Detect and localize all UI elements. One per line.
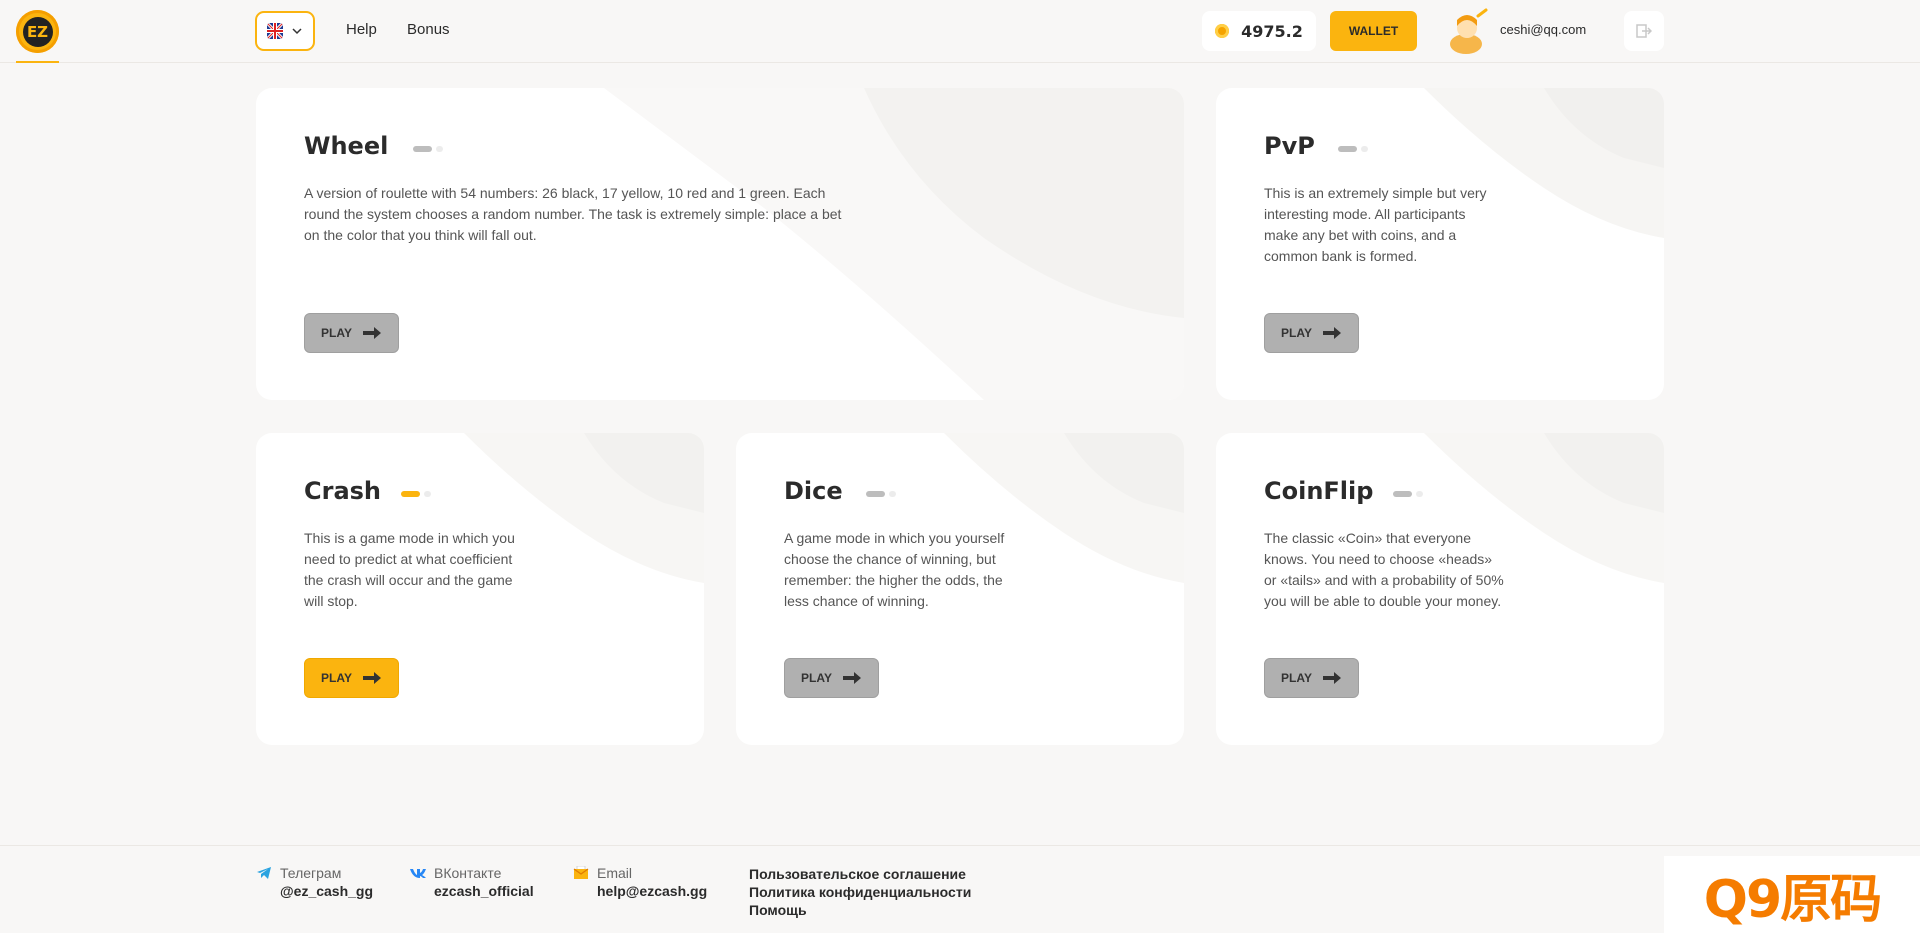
privacy-policy-link[interactable]: Политика конфиденциальности [749, 883, 971, 901]
user-avatar[interactable] [1448, 8, 1488, 54]
chevron-down-icon [292, 28, 302, 35]
game-description: A version of roulette with 54 numbers: 2… [304, 185, 842, 243]
carousel-indicator [1338, 146, 1368, 152]
page: EZ Help Bonus 4975.2 WALLET ceshi@qq.com… [0, 0, 1920, 933]
game-description: A game mode in which you yourself choose… [784, 530, 1005, 609]
watermark: Q9原码 [1664, 856, 1920, 933]
game-description: The classic «Coin» that everyone knows. … [1264, 530, 1504, 609]
carousel-indicator [1393, 491, 1423, 497]
play-pvp-button[interactable]: PLAY [1264, 313, 1359, 353]
uk-flag-icon [267, 23, 283, 39]
arrow-right-icon [362, 672, 381, 684]
nav-bonus[interactable]: Bonus [407, 21, 450, 38]
game-card-crash: Crash This is a game mode in which you n… [256, 433, 704, 745]
telegram-icon [257, 867, 271, 879]
language-selector[interactable] [255, 11, 315, 51]
balance-display: 4975.2 [1202, 11, 1316, 51]
user-agreement-link[interactable]: Пользовательское соглашение [749, 865, 971, 883]
arrow-right-icon [842, 672, 861, 684]
balance-value: 4975.2 [1241, 21, 1303, 41]
carousel-indicator [866, 491, 896, 497]
vk-handle[interactable]: ezcash_official [434, 883, 534, 899]
game-title: CoinFlip [1264, 477, 1374, 505]
logout-button[interactable] [1624, 11, 1664, 51]
arrow-right-icon [362, 327, 381, 339]
footer-email[interactable]: Email help@ezcash.gg [573, 865, 707, 899]
game-card-pvp: PvP This is an extremely simple but very… [1216, 88, 1664, 400]
arrow-right-icon [1322, 672, 1341, 684]
play-wheel-button[interactable]: PLAY [304, 313, 399, 353]
telegram-handle[interactable]: @ez_cash_gg [280, 883, 373, 899]
user-email[interactable]: ceshi@qq.com [1500, 22, 1586, 37]
footer-telegram[interactable]: Телеграм @ez_cash_gg [256, 865, 373, 899]
game-description: This is an extremely simple but very int… [1264, 185, 1487, 264]
coin-icon [1215, 24, 1230, 38]
game-card-coinflip: CoinFlip The classic «Coin» that everyon… [1216, 433, 1664, 745]
game-title: PvP [1264, 132, 1315, 160]
play-coinflip-button[interactable]: PLAY [1264, 658, 1359, 698]
support-email[interactable]: help@ezcash.gg [597, 883, 707, 899]
nav-help[interactable]: Help [346, 21, 377, 38]
vk-icon [410, 869, 426, 878]
watermark-text: Q9原码 [1703, 870, 1882, 930]
arrow-right-icon [1322, 327, 1341, 339]
logo[interactable]: EZ [16, 10, 59, 53]
game-title: Crash [304, 477, 382, 505]
game-title: Dice [784, 477, 843, 505]
logo-active-indicator [16, 61, 59, 63]
footer-links: Пользовательское соглашение Политика кон… [749, 865, 971, 919]
header: EZ Help Bonus 4975.2 WALLET ceshi@qq.com [0, 0, 1920, 63]
footer-vk[interactable]: ВКонтакте ezcash_official [410, 865, 534, 899]
game-title: Wheel [304, 132, 389, 160]
game-description: This is a game mode in which you need to… [304, 530, 515, 609]
carousel-indicator [401, 491, 431, 497]
logout-icon [1636, 24, 1652, 38]
game-card-dice: Dice A game mode in which you yourself c… [736, 433, 1184, 745]
play-crash-button[interactable]: PLAY [304, 658, 399, 698]
logo-mark: EZ [22, 16, 53, 47]
game-card-wheel: Wheel A version of roulette with 54 numb… [256, 88, 1184, 400]
mail-icon [573, 866, 589, 879]
footer: Телеграм @ez_cash_gg ВКонтакте ezcash_of… [0, 845, 1920, 933]
wallet-button[interactable]: WALLET [1330, 11, 1417, 51]
help-link[interactable]: Помощь [749, 901, 971, 919]
play-dice-button[interactable]: PLAY [784, 658, 879, 698]
carousel-indicator [413, 146, 443, 152]
